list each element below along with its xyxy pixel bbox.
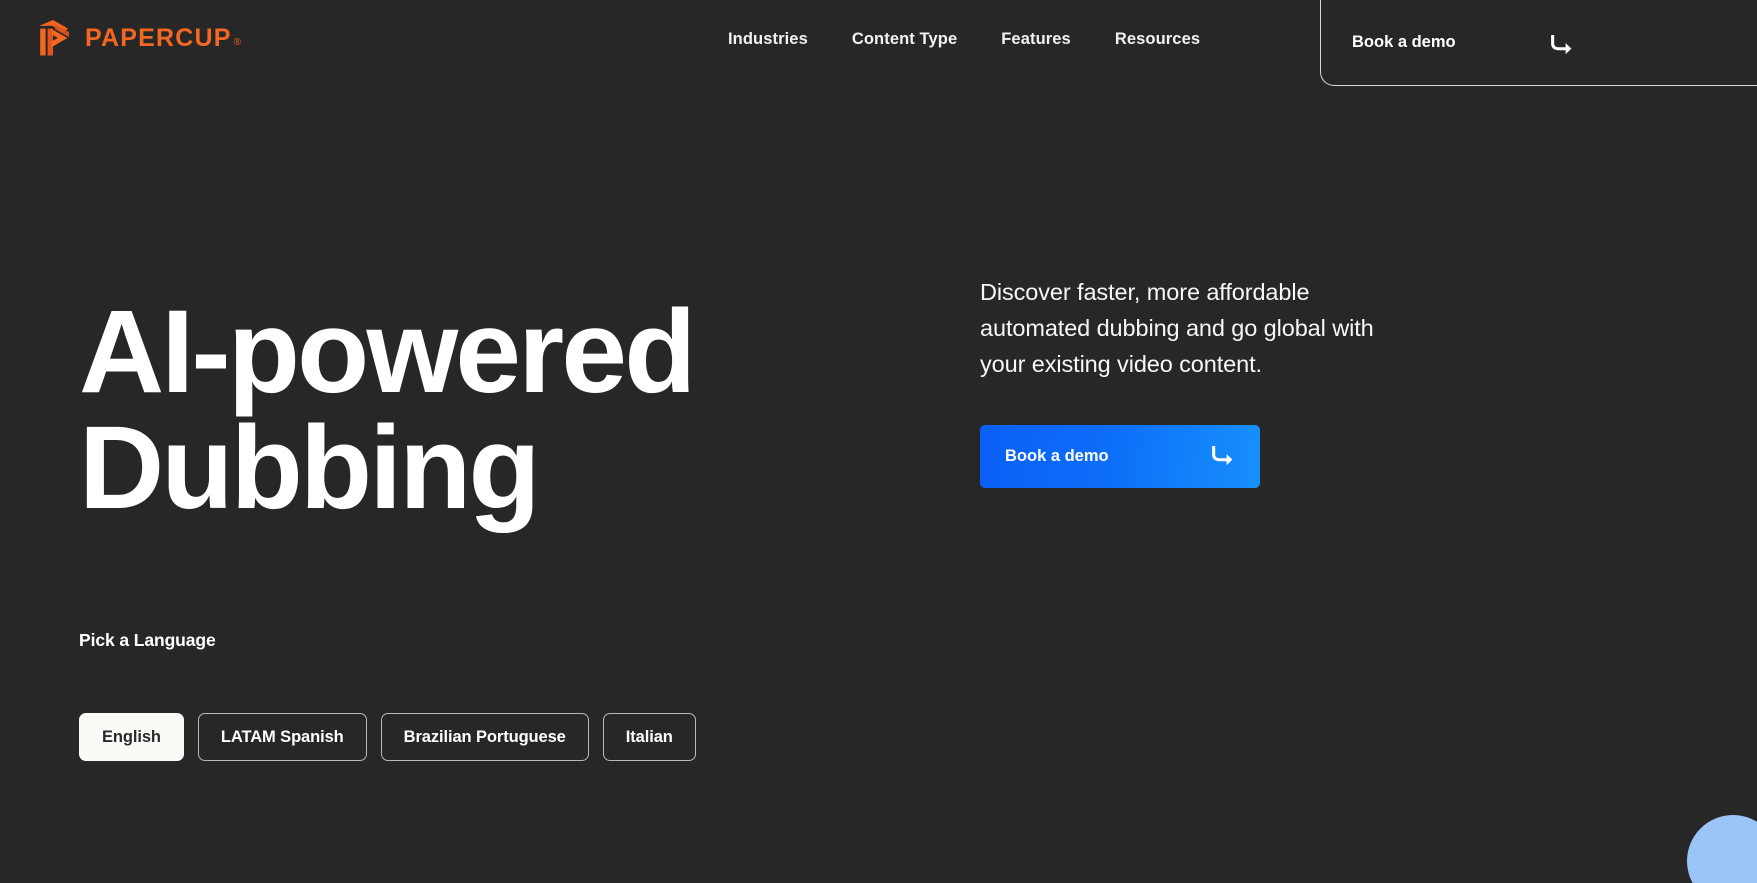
language-option-latam-spanish[interactable]: LATAM Spanish <box>197 713 367 761</box>
site-header: PAPERCUP ® Industries Content Type Featu… <box>0 0 1757 90</box>
arrow-down-right-icon <box>1548 30 1574 56</box>
hero-right-column: Discover faster, more affordable automat… <box>980 275 1380 488</box>
nav-item-industries[interactable]: Industries <box>728 26 808 53</box>
page-title-line-2: Dubbing <box>79 401 541 534</box>
nav-item-resources[interactable]: Resources <box>1115 26 1200 53</box>
hero-section: AI-powered Dubbing Discover faster, more… <box>0 90 1757 883</box>
page-title: AI-powered Dubbing <box>79 293 919 527</box>
header-book-a-demo-button[interactable]: Book a demo <box>1320 0 1757 86</box>
language-picker-options: English LATAM Spanish Brazilian Portugue… <box>79 713 696 761</box>
papercup-chevron-logo-icon <box>37 18 71 58</box>
brand-wordmark: PAPERCUP ® <box>85 23 242 52</box>
header-book-a-demo-label: Book a demo <box>1352 33 1456 51</box>
language-option-english[interactable]: English <box>79 713 184 761</box>
language-option-brazilian-portuguese[interactable]: Brazilian Portuguese <box>380 713 589 761</box>
nav-item-content-type[interactable]: Content Type <box>852 26 957 53</box>
main-navigation: Industries Content Type Features Resourc… <box>728 26 1200 53</box>
page-title-line-1: AI-powered <box>79 286 696 418</box>
language-option-italian[interactable]: Italian <box>602 713 696 761</box>
hero-book-a-demo-button[interactable]: Book a demo <box>980 424 1260 488</box>
language-picker-heading: Pick a Language <box>79 630 216 650</box>
arrow-down-right-icon <box>1209 441 1235 472</box>
registered-trademark-icon: ® <box>233 36 242 48</box>
language-picker: Pick a Language English LATAM Spanish Br… <box>79 630 696 761</box>
brand-logo-link[interactable]: PAPERCUP ® <box>37 18 241 58</box>
nav-item-features[interactable]: Features <box>1001 26 1071 53</box>
brand-wordmark-text: PAPERCUP <box>85 23 232 52</box>
hero-subtitle: Discover faster, more affordable automat… <box>980 279 1374 377</box>
hero-book-a-demo-label: Book a demo <box>1005 446 1109 465</box>
